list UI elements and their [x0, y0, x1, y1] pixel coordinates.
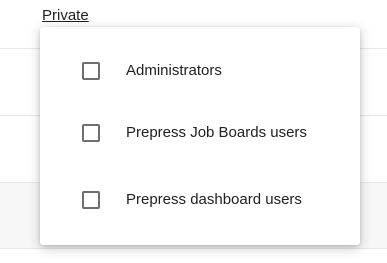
background-divider-4 — [0, 248, 387, 249]
menu-item-prepress-job-boards-users[interactable]: Prepress Job Boards users — [40, 111, 360, 159]
prepress-job-boards-users-label: Prepress Job Boards users — [126, 124, 307, 141]
visibility-private-link[interactable]: Private — [42, 7, 89, 25]
menu-item-administrators[interactable]: Administrators — [40, 49, 360, 97]
administrators-label: Administrators — [126, 62, 222, 79]
prepress-dashboard-users-label: Prepress dashboard users — [126, 191, 302, 208]
prepress-dashboard-users-checkbox[interactable] — [82, 191, 100, 209]
prepress-job-boards-users-checkbox[interactable] — [82, 124, 100, 142]
menu-item-prepress-dashboard-users[interactable]: Prepress dashboard users — [40, 178, 360, 226]
permissions-dropdown-menu: Administrators Prepress Job Boards users… — [40, 27, 360, 245]
administrators-checkbox[interactable] — [82, 62, 100, 80]
